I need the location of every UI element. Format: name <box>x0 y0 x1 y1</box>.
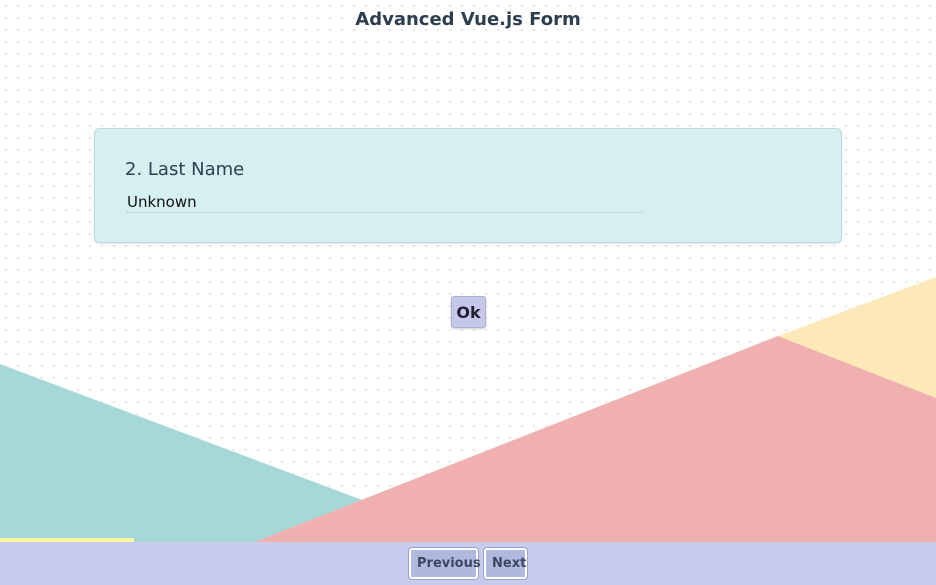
last-name-input[interactable] <box>126 191 644 213</box>
teal-triangle-shape <box>0 364 370 545</box>
ok-button[interactable]: Ok <box>451 296 486 328</box>
next-button[interactable]: Next <box>484 548 527 579</box>
background-shapes <box>0 277 936 545</box>
question-label: 2. Last Name <box>125 159 245 180</box>
pink-triangle-shape <box>247 336 936 545</box>
footer-nav: Previous Next <box>409 548 527 579</box>
page-title: Advanced Vue.js Form <box>355 9 581 30</box>
progress-bar-fill <box>0 538 134 542</box>
previous-button[interactable]: Previous <box>409 548 481 579</box>
footer-bar: Previous Next <box>0 538 936 585</box>
question-card: 2. Last Name <box>94 128 842 243</box>
